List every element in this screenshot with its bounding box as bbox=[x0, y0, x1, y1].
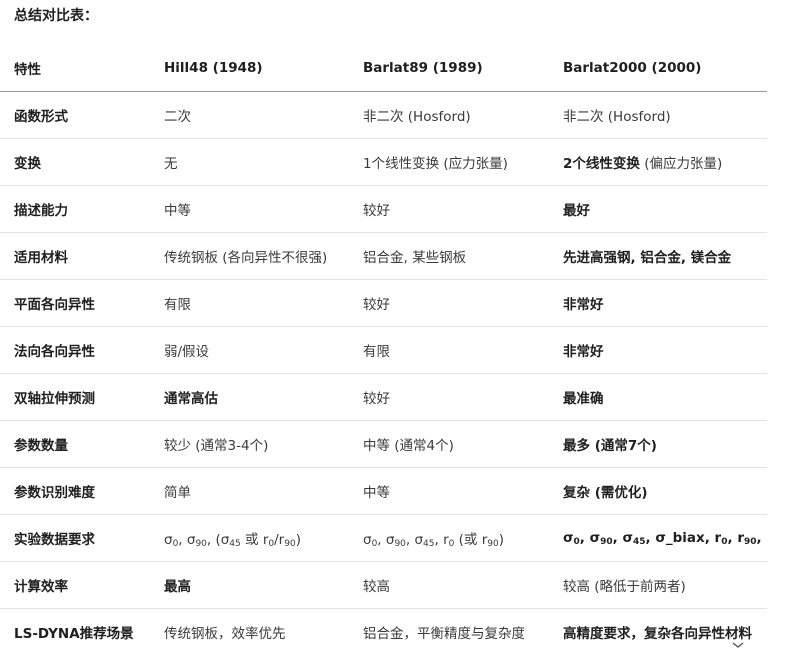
subscript: 90 bbox=[195, 539, 207, 549]
table-header-row: 特性 Hill48 (1948) Barlat89 (1989) Barlat2… bbox=[0, 45, 767, 92]
comparison-table: 特性 Hill48 (1948) Barlat89 (1989) Barlat2… bbox=[0, 45, 767, 649]
cell-barlat2000: 非常好 bbox=[549, 326, 767, 374]
cell-rest-part: (偏应力张量) bbox=[639, 156, 723, 172]
cell-barlat2000: 复杂 (需优化) bbox=[549, 467, 767, 515]
subscript: 0 bbox=[448, 539, 455, 549]
subscript: 0 bbox=[268, 539, 275, 549]
page-title: 总结对比表： bbox=[14, 8, 98, 24]
cell-hill48: 有限 bbox=[150, 279, 349, 327]
subscript: 0 bbox=[573, 537, 580, 547]
cell-barlat89: 中等 bbox=[349, 467, 549, 515]
cell-hill48: 传统钢板，效率优先 bbox=[164, 626, 286, 642]
subscript: 90 bbox=[284, 539, 296, 549]
cell-barlat89: 较好 bbox=[349, 279, 549, 327]
cell-hill48: 弱/假设 bbox=[150, 326, 349, 374]
cell-hill48: 最高 bbox=[150, 561, 349, 609]
cell-barlat89: 有限 bbox=[349, 326, 549, 374]
cell-barlat89: 1个线性变换 (应力张量) bbox=[349, 138, 549, 186]
subscript: 0 bbox=[721, 537, 728, 547]
table-row: 双轴拉伸预测 通常高估 较好 最准确 bbox=[0, 373, 767, 421]
cell-barlat2000: σ0, σ90, σ45, σ_biax, r0, r90, r45 bbox=[549, 514, 767, 562]
table-row: LS-DYNA推荐场景 传统钢板，效率优先 铝合金，平衡精度与复杂度 高精度要求… bbox=[0, 609, 767, 649]
table-row: 适用材料 传统钢板 (各向异性不很强) 铝合金, 某些钢板 先进高强钢, 铝合金… bbox=[0, 232, 767, 280]
cell-barlat89: σ0, σ90, σ45, r0 (或 r90) bbox=[349, 514, 549, 562]
subscript: 0 bbox=[172, 539, 179, 549]
table-row: 参数识别难度 简单 中等 复杂 (需优化) bbox=[0, 467, 767, 515]
table-row: 实验数据要求 σ0, σ90, (σ45 或 r0/r90) σ0, σ90, … bbox=[0, 514, 767, 562]
row-label: 描述能力 bbox=[0, 185, 150, 233]
chevron-down-icon[interactable] bbox=[731, 641, 745, 649]
subscript: 90 bbox=[600, 537, 613, 547]
cell-barlat2000: 较高 (略低于前两者) bbox=[549, 561, 767, 609]
header-feature: 特性 bbox=[0, 45, 150, 92]
subscript: 90 bbox=[394, 539, 406, 549]
row-label: 实验数据要求 bbox=[0, 514, 150, 562]
table-row: 描述能力 中等 较好 最好 bbox=[0, 185, 767, 233]
cell-barlat89: 铝合金, 某些钢板 bbox=[349, 232, 549, 280]
cell-hill48: 中等 bbox=[150, 185, 349, 233]
table-row: 计算效率 最高 较高 较高 (略低于前两者) bbox=[0, 561, 767, 609]
row-label: 参数识别难度 bbox=[0, 467, 150, 515]
row-label: 参数数量 bbox=[0, 420, 150, 468]
table-row: 法向各向异性 弱/假设 有限 非常好 bbox=[0, 326, 767, 374]
cell-hill48: 较少 (通常3-4个) bbox=[150, 420, 349, 468]
header-barlat2000: Barlat2000 (2000) bbox=[549, 45, 767, 92]
cell-barlat89: 非二次 (Hosford) bbox=[349, 91, 549, 139]
row-label: 双轴拉伸预测 bbox=[0, 373, 150, 421]
cell-barlat89: 铝合金，平衡精度与复杂度 bbox=[363, 626, 525, 642]
table-row: 变换 无 1个线性变换 (应力张量) 2个线性变换 (偏应力张量) bbox=[0, 138, 767, 186]
row-label: 计算效率 bbox=[0, 561, 150, 609]
cell-barlat2000: 最好 bbox=[549, 185, 767, 233]
subscript: 45 bbox=[633, 537, 646, 547]
comparison-table-wrapper: 特性 Hill48 (1948) Barlat89 (1989) Barlat2… bbox=[0, 45, 767, 649]
cell-hill48: 通常高估 bbox=[150, 373, 349, 421]
subscript: 45 bbox=[423, 539, 435, 549]
table-row: 参数数量 较少 (通常3-4个) 中等 (通常4个) 最多 (通常7个) bbox=[0, 420, 767, 468]
cell-barlat2000: 2个线性变换 (偏应力张量) bbox=[549, 138, 767, 186]
table-row: 平面各向异性 有限 较好 非常好 bbox=[0, 279, 767, 327]
row-label: 变换 bbox=[0, 138, 150, 186]
cell-barlat2000: 最准确 bbox=[549, 373, 767, 421]
subscript: 90 bbox=[743, 537, 757, 547]
row-label: 适用材料 bbox=[0, 232, 150, 280]
cell-barlat2000: 非常好 bbox=[549, 279, 767, 327]
header-barlat89: Barlat89 (1989) bbox=[349, 45, 549, 92]
cell-hill48: 传统钢板 (各向异性不很强) bbox=[150, 232, 349, 280]
row-label: LS-DYNA推荐场景 bbox=[14, 626, 134, 642]
subscript: 0 bbox=[371, 539, 378, 549]
header-hill48: Hill48 (1948) bbox=[150, 45, 349, 92]
row-label: 函数形式 bbox=[0, 91, 150, 139]
cell-barlat89: 较高 bbox=[349, 561, 549, 609]
subscript: 45 bbox=[229, 539, 241, 549]
cell-hill48: σ0, σ90, (σ45 或 r0/r90) bbox=[150, 514, 349, 562]
cell-hill48: 简单 bbox=[150, 467, 349, 515]
cell-barlat89: 中等 (通常4个) bbox=[349, 420, 549, 468]
subscript: 90 bbox=[487, 539, 499, 549]
cell-barlat2000: 最多 (通常7个) bbox=[549, 420, 767, 468]
cell-hill48: 无 bbox=[150, 138, 349, 186]
cell-bold-part: 2个线性变换 bbox=[563, 156, 640, 172]
row-label: 法向各向异性 bbox=[0, 326, 150, 374]
cell-barlat89: 较好 bbox=[349, 373, 549, 421]
cell-barlat89: 较好 bbox=[349, 185, 549, 233]
cell-barlat2000: 非二次 (Hosford) bbox=[549, 91, 767, 139]
row-label: 平面各向异性 bbox=[0, 279, 150, 327]
cell-hill48: 二次 bbox=[150, 91, 349, 139]
cell-barlat2000: 先进高强钢, 铝合金, 镁合金 bbox=[549, 232, 767, 280]
table-row: 函数形式 二次 非二次 (Hosford) 非二次 (Hosford) bbox=[0, 91, 767, 139]
